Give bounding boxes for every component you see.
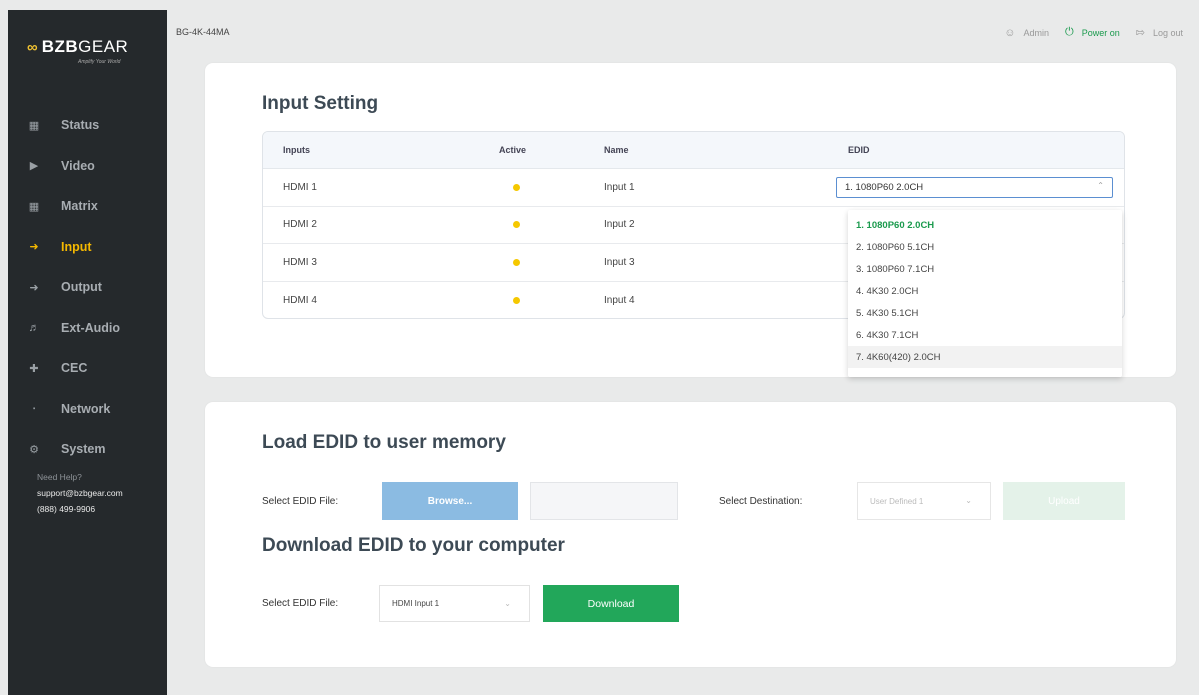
active-cell bbox=[499, 207, 520, 244]
active-cell bbox=[499, 244, 520, 281]
user-icon: ☺ bbox=[1004, 26, 1016, 39]
sidebar-item-matrix[interactable]: ▦ Matrix bbox=[8, 186, 167, 227]
sidebar-item-network[interactable]: ∙ Network bbox=[8, 389, 167, 430]
edid-option[interactable]: 4. 4K30 2.0CH bbox=[848, 280, 1122, 302]
status-icon: ▦ bbox=[28, 119, 40, 132]
admin-label: Admin bbox=[1023, 27, 1050, 38]
edid-option[interactable]: 1. 1080P60 2.0CH bbox=[848, 214, 1122, 236]
edid-option[interactable]: 6. 4K30 7.1CH bbox=[848, 324, 1122, 346]
edid-option[interactable]: 2. 1080P60 5.1CH bbox=[848, 236, 1122, 258]
active-cell bbox=[499, 169, 520, 206]
sidebar-item-input[interactable]: ➜ Input bbox=[8, 227, 167, 268]
sidebar-item-label: Video bbox=[61, 158, 95, 173]
device-model: BG-4K-44MA bbox=[176, 27, 230, 37]
logout-label: Log out bbox=[1152, 27, 1183, 38]
edid-option[interactable]: 3. 1080P60 7.1CH bbox=[848, 258, 1122, 280]
network-icon: ∙ bbox=[32, 402, 36, 415]
input-setting-title: Input Setting bbox=[262, 93, 379, 114]
chevron-down-icon: ⌄ bbox=[965, 496, 972, 505]
output-icon: ➜ bbox=[29, 281, 39, 294]
chevron-down-icon: ⌄ bbox=[504, 599, 511, 608]
column-header-inputs: Inputs bbox=[283, 145, 310, 155]
active-status-dot bbox=[513, 221, 520, 229]
input-icon: ➜ bbox=[29, 241, 39, 254]
logo-prefix: BZB bbox=[41, 37, 79, 56]
sidebar-item-status[interactable]: ▦ Status bbox=[8, 105, 167, 146]
download-button[interactable]: Download bbox=[543, 585, 679, 622]
download-edid-title: Download EDID to your computer bbox=[262, 535, 565, 556]
sidebar-item-cec[interactable]: ✚ CEC bbox=[8, 348, 167, 389]
power-label: Power on bbox=[1081, 27, 1120, 38]
audio-icon: ♬ bbox=[28, 321, 40, 334]
sidebar-item-ext-audio[interactable]: ♬ Ext-Audio bbox=[8, 308, 167, 349]
download-edid-select[interactable]: HDMI Input 1 ⌄ bbox=[379, 585, 530, 622]
name-cell[interactable]: Input 2 bbox=[604, 207, 635, 244]
edid-select-value: 1. 1080P60 2.0CH bbox=[845, 182, 924, 193]
system-icon: ⚙ bbox=[29, 443, 39, 456]
table-header: Inputs Active Name EDID bbox=[263, 132, 1124, 169]
edid-select[interactable]: 1. 1080P60 2.0CH ⌃ bbox=[836, 177, 1113, 198]
video-icon: ▶ bbox=[29, 160, 39, 173]
table-row: HDMI 1 Input 1 1. 1080P60 2.0CH ⌃ bbox=[263, 169, 1124, 207]
sidebar-item-label: Network bbox=[61, 401, 111, 416]
brand-tagline: Amplify Your World bbox=[78, 59, 121, 65]
sidebar-item-label: CEC bbox=[61, 361, 88, 376]
sidebar: ∞ BZBGEAR Amplify Your World ▦ Status ▶ … bbox=[8, 10, 167, 695]
destination-label: Select Destination: bbox=[719, 496, 803, 507]
active-status-dot bbox=[513, 183, 520, 191]
power-icon: ⏻ bbox=[1065, 26, 1074, 38]
input-cell: HDMI 4 bbox=[283, 294, 317, 306]
input-cell: HDMI 2 bbox=[283, 219, 317, 231]
sidebar-item-label: Ext-Audio bbox=[61, 320, 121, 335]
destination-value: User Defined 1 bbox=[870, 496, 924, 506]
sidebar-item-label: Status bbox=[61, 118, 100, 133]
download-edid-value: HDMI Input 1 bbox=[392, 599, 440, 608]
help-phone: (888) 499-9906 bbox=[37, 504, 96, 514]
sidebar-item-label: System bbox=[61, 442, 106, 457]
column-header-edid: EDID bbox=[848, 145, 870, 155]
name-cell[interactable]: Input 1 bbox=[604, 169, 635, 206]
input-cell: HDMI 3 bbox=[283, 256, 317, 268]
destination-select[interactable]: User Defined 1 ⌄ bbox=[857, 482, 991, 520]
logo-suffix: GEAR bbox=[78, 37, 129, 56]
name-cell[interactable]: Input 4 bbox=[604, 282, 635, 319]
edid-option[interactable]: 7. 4K60(420) 2.0CH bbox=[848, 346, 1122, 368]
sidebar-item-label: Matrix bbox=[61, 199, 98, 214]
help-info: Need Help? support@bzbgear.com (888) 499… bbox=[37, 469, 123, 517]
download-edid-file-label: Select EDID File: bbox=[262, 598, 339, 609]
sidebar-item-output[interactable]: ➜ Output bbox=[8, 267, 167, 308]
name-cell[interactable]: Input 3 bbox=[604, 244, 635, 281]
brand-mark-icon: ∞ bbox=[27, 38, 38, 56]
matrix-icon: ▦ bbox=[28, 200, 40, 213]
admin-button[interactable]: ☺ Admin bbox=[1004, 27, 1049, 39]
active-status-dot bbox=[513, 296, 520, 304]
browse-button[interactable]: Browse... bbox=[382, 482, 518, 520]
sidebar-item-label: Output bbox=[61, 280, 102, 295]
chevron-up-icon: ⌃ bbox=[1097, 181, 1104, 190]
help-title: Need Help? bbox=[37, 472, 82, 482]
column-header-name: Name bbox=[604, 145, 629, 155]
sidebar-item-video[interactable]: ▶ Video bbox=[8, 146, 167, 187]
edid-file-input[interactable] bbox=[530, 482, 678, 520]
brand-logo: ∞ BZBGEAR bbox=[27, 37, 128, 57]
edid-dropdown-menu: 1. 1080P60 2.0CH 2. 1080P60 5.1CH 3. 108… bbox=[848, 210, 1122, 377]
cec-icon: ✚ bbox=[29, 362, 39, 375]
logout-icon: ⇰ bbox=[1135, 27, 1145, 39]
sidebar-item-system[interactable]: ⚙ System bbox=[8, 429, 167, 470]
upload-button[interactable]: Upload bbox=[1003, 482, 1125, 520]
input-cell: HDMI 1 bbox=[283, 181, 317, 193]
active-status-dot bbox=[513, 258, 520, 266]
load-edid-file-label: Select EDID File: bbox=[262, 496, 339, 507]
load-edid-title: Load EDID to user memory bbox=[262, 432, 506, 453]
column-header-active: Active bbox=[499, 145, 527, 155]
edid-option[interactable]: 5. 4K30 5.1CH bbox=[848, 302, 1122, 324]
power-button[interactable]: ⏻ Power on bbox=[1065, 26, 1120, 39]
edid-memory-card: Load EDID to user memory Select EDID Fil… bbox=[205, 402, 1176, 667]
sidebar-nav: ▦ Status ▶ Video ▦ Matrix ➜ Input ➜ Outp… bbox=[8, 105, 167, 470]
sidebar-item-label: Input bbox=[61, 239, 92, 254]
top-bar-actions: ☺ Admin ⏻ Power on ⇰ Log out bbox=[1004, 26, 1199, 39]
active-cell bbox=[499, 282, 520, 319]
help-email[interactable]: support@bzbgear.com bbox=[37, 485, 123, 501]
logout-button[interactable]: ⇰ Log out bbox=[1136, 26, 1183, 39]
